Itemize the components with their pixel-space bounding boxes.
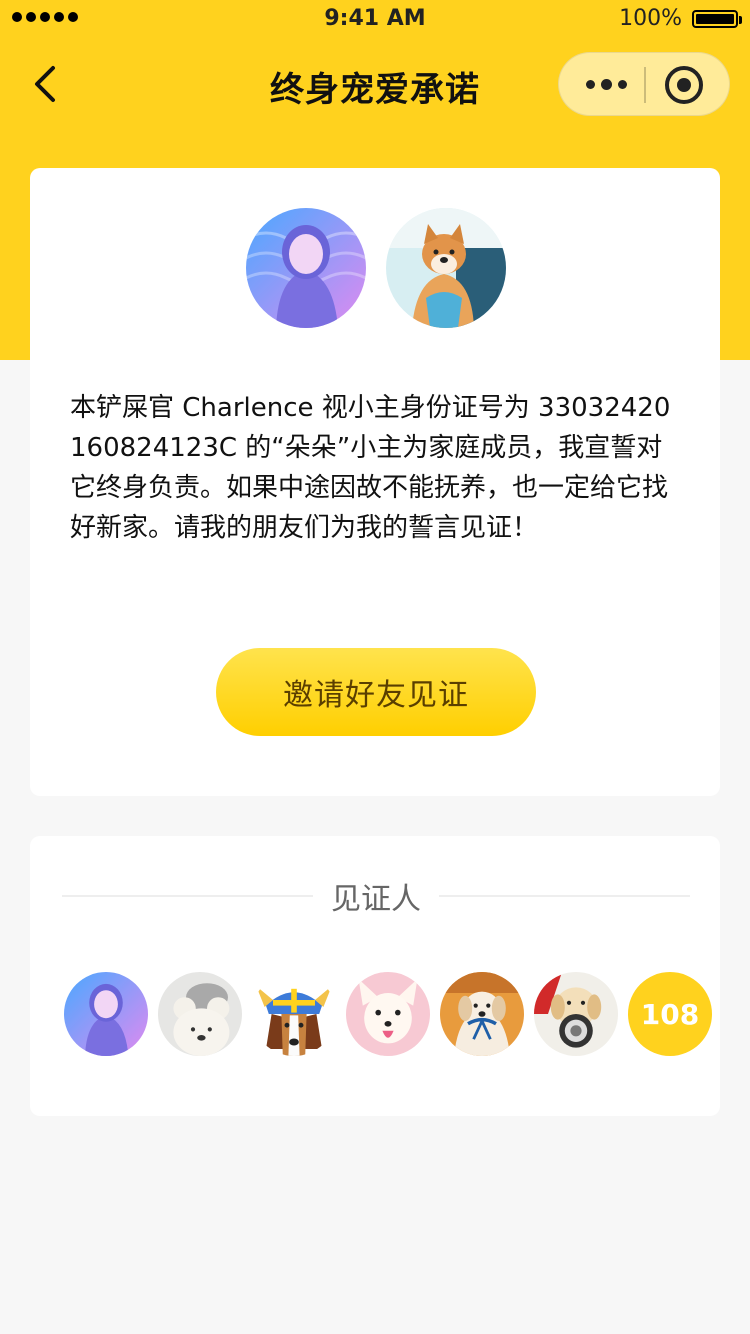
witness-avatar[interactable] [158,972,242,1056]
pet-avatar [386,208,506,328]
capsule-divider [644,67,646,103]
witness-count-badge[interactable]: 108 [628,972,712,1056]
witness-heading-label: 见证人 [331,882,421,917]
witness-card: 见证人 108 [30,836,720,1116]
witness-avatar[interactable] [64,972,148,1056]
witness-avatar[interactable] [346,972,430,1056]
witness-heading: 见证人 [62,876,690,917]
mini-program-capsule [558,52,730,116]
owner-avatar [246,208,366,328]
close-mini-program-button[interactable] [665,66,703,104]
witness-avatar[interactable] [252,972,336,1056]
status-bar: 9:41 AM 100% [0,0,750,40]
battery-icon [692,10,742,28]
more-button[interactable] [581,69,631,99]
battery-percent: 100% [619,6,682,31]
witness-avatar[interactable] [440,972,524,1056]
nav-bar: 终身宠爱承诺 [0,40,750,128]
pledge-card: 本铲屎官 Charlence 视小主身份证号为 330324201608241­… [30,168,720,796]
invite-friends-button[interactable]: 邀请好友见证 [216,648,536,736]
witness-list: 108 [64,972,724,1056]
divider-line [62,895,313,897]
divider-line [439,895,690,897]
pledge-statement: 本铲屎官 Charlence 视小主身份证号为 330324201608241­… [70,393,671,543]
witness-avatar[interactable] [534,972,618,1056]
more-dots-icon [585,79,595,89]
